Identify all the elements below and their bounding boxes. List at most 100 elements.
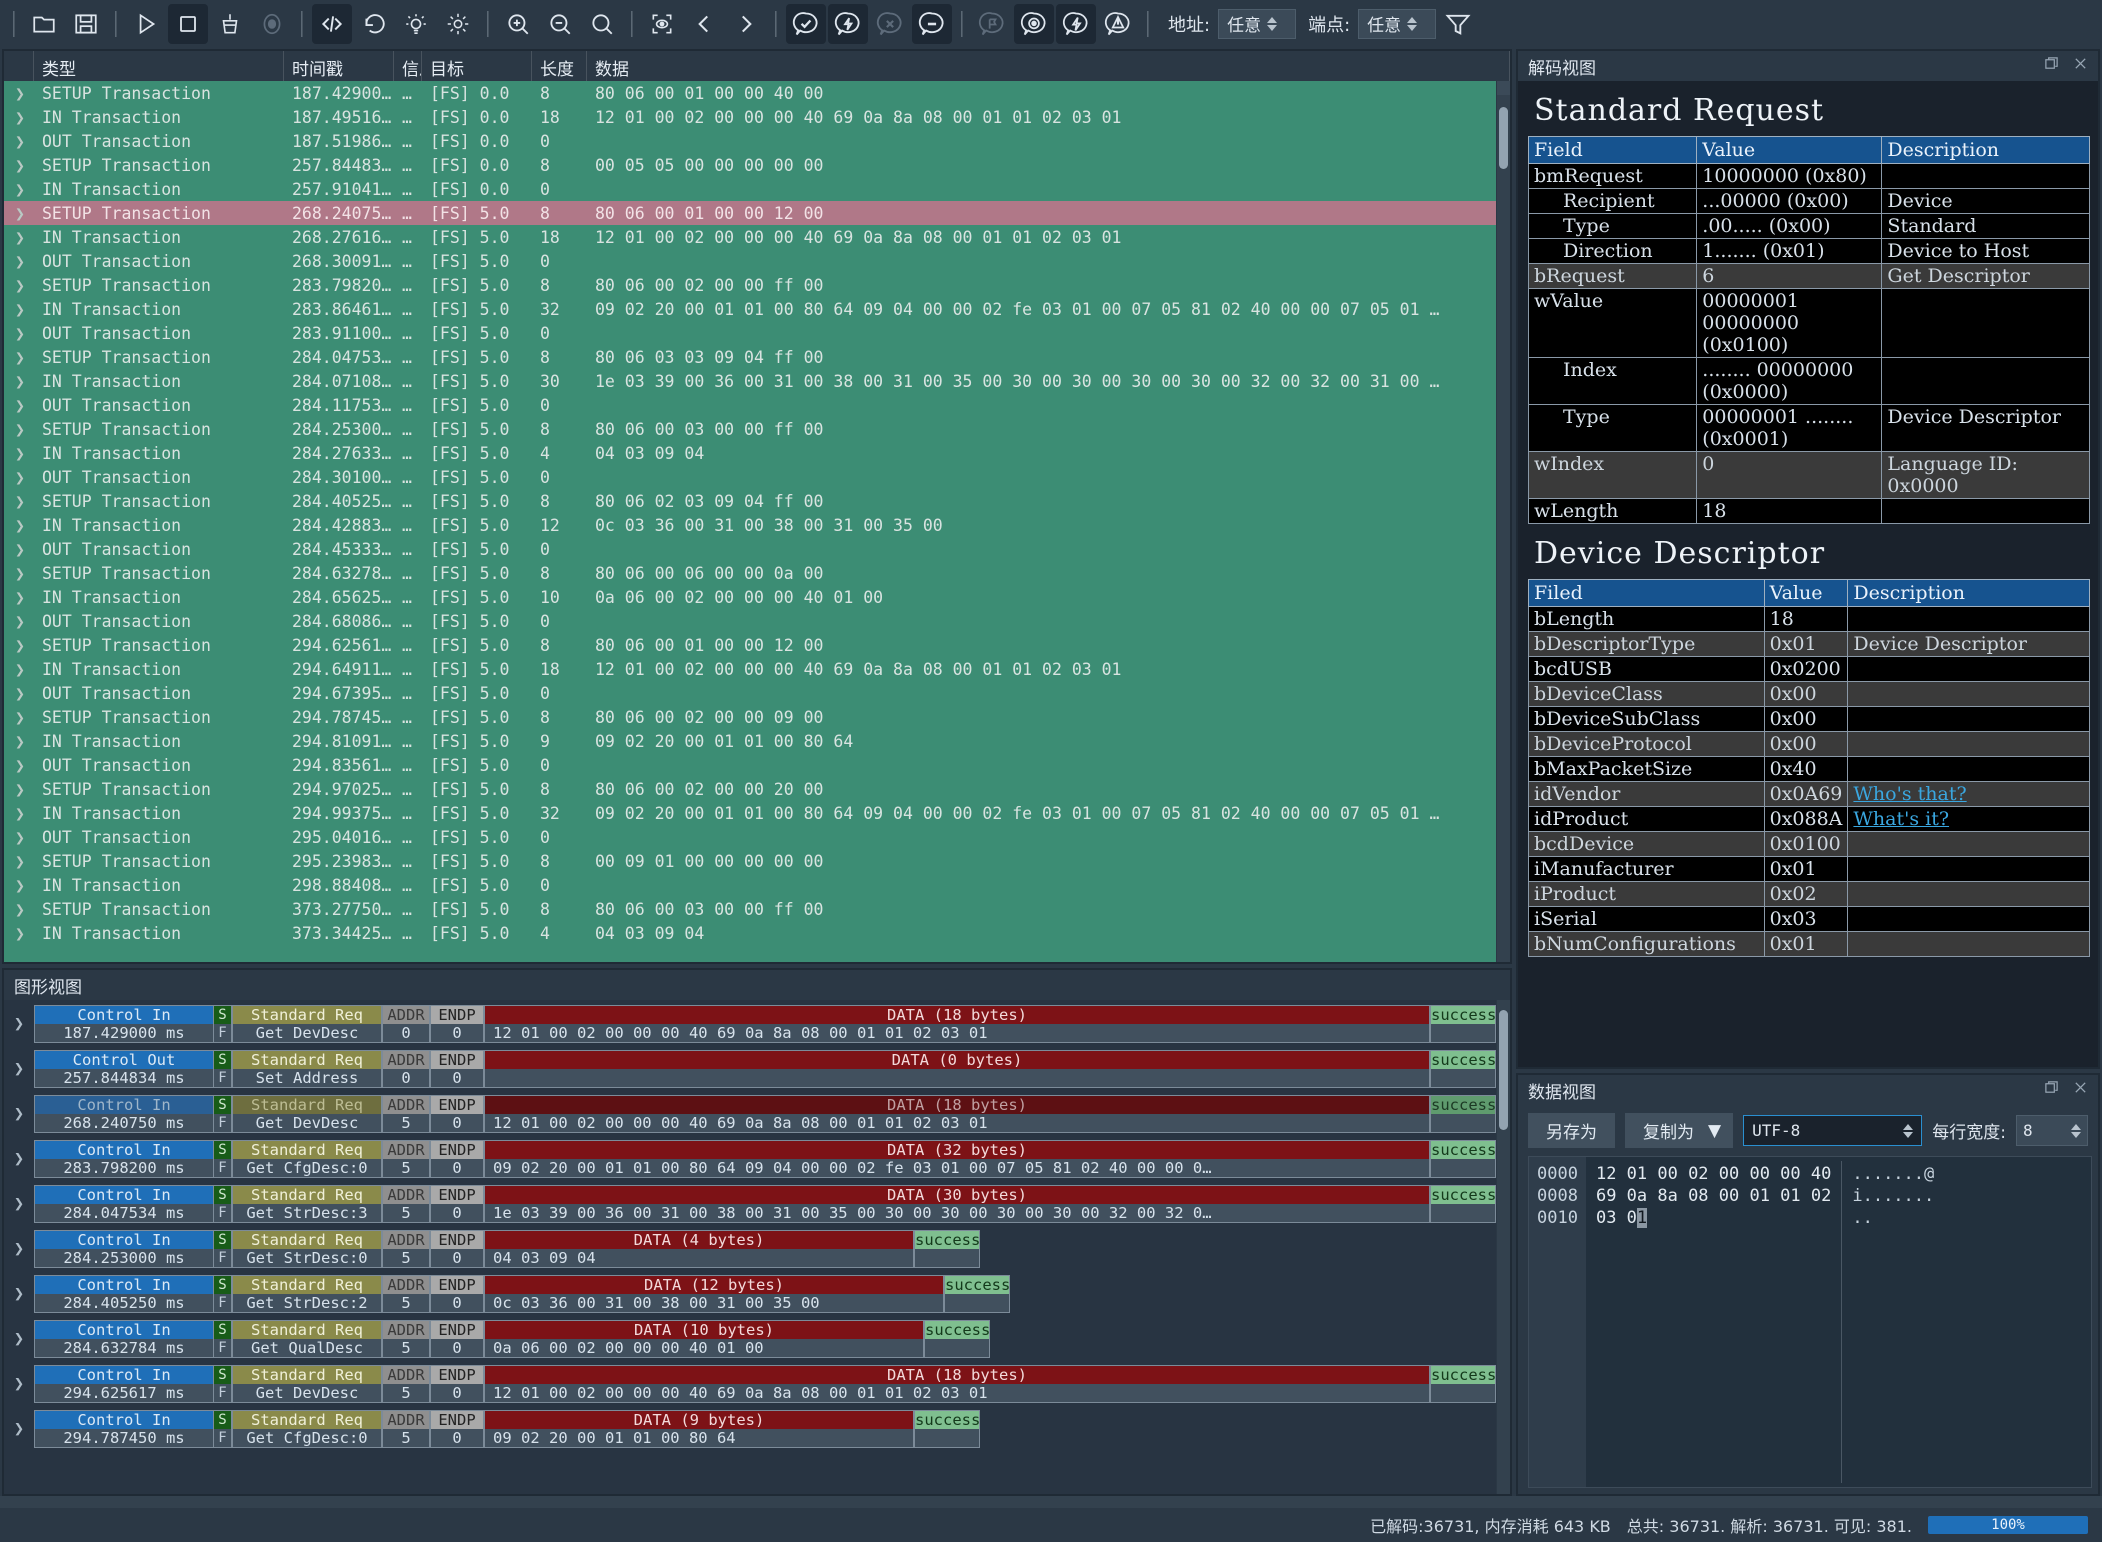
transfer-direction-block[interactable]: Control In 283.798200 ms [34,1140,214,1178]
table-row[interactable]: ❯ SETUP Transaction 284.25300… … [FS] 5.0 8 80… [4,417,1496,441]
close-icon[interactable] [2073,1080,2088,1100]
save-icon[interactable] [66,4,106,44]
data-block[interactable]: DATA (18 bytes) 12 01 00 02 00 00 00 40 … [484,1095,1430,1133]
table-row[interactable]: ❯ OUT Transaction 284.68086… … [FS] 5.0 0 [4,609,1496,633]
endpoint-spinner[interactable] [1407,16,1418,32]
transfer-direction-block[interactable]: Control Out 257.844834 ms [34,1050,214,1088]
filter-flag-icon[interactable] [972,4,1012,44]
col-target[interactable]: 目标 [422,51,532,81]
data-block[interactable]: DATA (18 bytes) 12 01 00 02 00 00 00 40 … [484,1005,1430,1043]
table-row[interactable]: ❯ IN Transaction 283.86461… … [FS] 5.0 32 09 0… [4,297,1496,321]
data-block[interactable]: DATA (12 bytes) 0c 03 36 00 31 00 38 00 … [484,1275,944,1313]
request-block[interactable]: Standard Req Set Address [232,1050,382,1088]
table-row[interactable]: ❯ OUT Transaction 294.83561… … [FS] 5.0 0 [4,753,1496,777]
list-item[interactable]: ❯ Control In 284.405250 ms S F Standard … [4,1274,1496,1314]
data-block[interactable]: DATA (18 bytes) 12 01 00 02 00 00 00 40 … [484,1365,1430,1403]
stop-icon[interactable] [168,3,208,44]
expand-arrow-icon[interactable]: ❯ [4,1419,34,1439]
list-item[interactable]: ❯ Control In 268.240750 ms S F Standard … [4,1094,1496,1134]
request-block[interactable]: Standard Req Get CfgDesc:0 [232,1140,382,1178]
list-item[interactable]: ❯ Control In 283.798200 ms S F Standard … [4,1139,1496,1179]
transfer-direction-block[interactable]: Control In 294.625617 ms [34,1365,214,1403]
table-row[interactable]: ❯ SETUP Transaction 257.84483… … [FS] 0.0 8 00… [4,153,1496,177]
gear-icon[interactable] [438,4,478,44]
funnel-icon[interactable] [1438,4,1478,44]
expand-arrow-icon[interactable]: ❯ [4,1329,34,1349]
table-row[interactable]: ❯ IN Transaction 294.99375… … [FS] 5.0 32 09 0… [4,801,1496,825]
encoding-spinner[interactable] [1903,1123,1914,1139]
table-row[interactable]: ❯ IN Transaction 284.42883… … [FS] 5.0 12 0c 0… [4,513,1496,537]
table-row[interactable]: ❯ IN Transaction 298.88408… … [FS] 5.0 0 [4,873,1496,897]
table-row[interactable]: ❯ IN Transaction 284.27633… … [FS] 5.0 4 04 03… [4,441,1496,465]
address-filter-combo[interactable]: 任意 [1218,8,1297,39]
col-type[interactable]: 类型 [34,51,284,81]
request-block[interactable]: Standard Req Get DevDesc [232,1095,382,1133]
request-block[interactable]: Standard Req Get DevDesc [232,1005,382,1043]
copy-as-button[interactable]: 复制为 ▼ [1625,1113,1734,1148]
hint-bulb-icon[interactable] [396,4,436,44]
request-block[interactable]: Standard Req Get CfgDesc:0 [232,1410,382,1448]
table-row[interactable]: ❯ SETUP Transaction 294.78745… … [FS] 5.0 8 80… [4,705,1496,729]
bottom-scroll-strip[interactable] [0,1496,2102,1508]
table-row[interactable]: ❯ SETUP Transaction 284.40525… … [FS] 5.0 8 80… [4,489,1496,513]
list-item[interactable]: ❯ Control In 284.253000 ms S F Standard … [4,1229,1496,1269]
request-block[interactable]: Standard Req Get StrDesc:0 [232,1230,382,1268]
search-icon[interactable] [582,4,622,44]
float-icon[interactable] [2044,56,2059,76]
transfer-direction-block[interactable]: Control In 268.240750 ms [34,1095,214,1133]
table-row[interactable]: ❯ OUT Transaction 284.30100… … [FS] 5.0 0 [4,465,1496,489]
table-row[interactable]: ❯ OUT Transaction 268.30091… … [FS] 5.0 0 [4,249,1496,273]
data-block[interactable]: DATA (10 bytes) 0a 06 00 02 00 00 00 40 … [484,1320,924,1358]
col-info[interactable]: 信息 [394,51,422,81]
request-block[interactable]: Standard Req Get DevDesc [232,1365,382,1403]
table-row[interactable]: ❯ SETUP Transaction 284.04753… … [FS] 5.0 8 80… [4,345,1496,369]
expand-arrow-icon[interactable]: ❯ [4,1014,34,1034]
expand-arrow-icon[interactable]: ❯ [4,1284,34,1304]
open-file-icon[interactable] [24,4,64,44]
hex-dump[interactable]: 0000 0008 0010 12 01 00 02 00 00 00 40 69 0… [1528,1156,2092,1488]
table-row[interactable]: ❯ OUT Transaction 187.51986… … [FS] 0.0 0 [4,129,1496,153]
data-block[interactable]: DATA (32 bytes) 09 02 20 00 01 01 00 80 … [484,1140,1430,1178]
encoding-select[interactable]: UTF-8 [1743,1115,1923,1146]
endpoint-filter-combo[interactable]: 任意 [1358,8,1437,39]
transfer-direction-block[interactable]: Control In 294.787450 ms [34,1410,214,1448]
scroll-up-arrow[interactable] [1497,81,1510,95]
transfer-direction-block[interactable]: Control In 284.632784 ms [34,1320,214,1358]
data-block[interactable]: DATA (9 bytes) 09 02 20 00 01 01 00 80 6… [484,1410,914,1448]
descriptor-link[interactable]: Who's that? [1853,783,1966,805]
expand-arrow-icon[interactable]: ❯ [4,1239,34,1259]
zoom-in-icon[interactable] [498,4,538,44]
expand-arrow-icon[interactable]: ❯ [4,1374,34,1394]
row-width-stepper[interactable]: 8 [2016,1115,2088,1146]
clear-icon[interactable] [210,4,250,44]
table-row[interactable]: ❯ IN Transaction 284.65625… … [FS] 5.0 10 0a 0… [4,585,1496,609]
packet-scroll-thumb[interactable] [1499,107,1508,169]
expand-arrow-icon[interactable]: ❯ [4,1149,34,1169]
table-row[interactable]: ❯ SETUP Transaction 284.63278… … [FS] 5.0 8 80… [4,561,1496,585]
address-spinner[interactable] [1267,16,1278,32]
table-row[interactable]: ❯ IN Transaction 294.81091… … [FS] 5.0 9 09 02… [4,729,1496,753]
list-item[interactable]: ❯ Control In 294.625617 ms S F Standard … [4,1364,1496,1404]
filter-success-icon[interactable] [786,3,826,44]
transfer-direction-block[interactable]: Control In 284.405250 ms [34,1275,214,1313]
table-row[interactable]: ❯ OUT Transaction 294.67395… … [FS] 5.0 0 [4,681,1496,705]
hex-bytes[interactable]: 12 01 00 02 00 00 00 40 69 0a 8a 08 00 01… [1586,1157,1841,1487]
col-timestamp[interactable]: 时间戳 [284,51,394,81]
graphics-scroll-thumb[interactable] [1499,1010,1508,1130]
table-row[interactable]: ❯ IN Transaction 373.34425… … [FS] 5.0 4 04 03… [4,921,1496,945]
descriptor-link[interactable]: What's it? [1853,808,1949,830]
table-row[interactable]: ❯ OUT Transaction 284.45333… … [FS] 5.0 0 [4,537,1496,561]
list-item[interactable]: ❯ Control In 284.632784 ms S F Standard … [4,1319,1496,1359]
field-description[interactable]: Who's that? [1847,781,2090,807]
table-row[interactable]: ❯ OUT Transaction 284.11753… … [FS] 5.0 0 [4,393,1496,417]
field-description[interactable]: What's it? [1847,806,2090,832]
transfer-direction-block[interactable]: Control In 284.047534 ms [34,1185,214,1223]
expand-arrow-icon[interactable]: ❯ [4,1194,34,1214]
table-row[interactable]: ❯ SETUP Transaction 295.23983… … [FS] 5.0 8 00… [4,849,1496,873]
data-block[interactable]: DATA (4 bytes) 04 03 09 04 [484,1230,914,1268]
undo-icon[interactable] [354,4,394,44]
code-view-icon[interactable] [312,3,352,44]
filter-error-icon[interactable] [870,4,910,44]
close-icon[interactable] [2073,56,2088,76]
table-row[interactable]: ❯ SETUP Transaction 373.27750… … [FS] 5.0 8 80… [4,897,1496,921]
